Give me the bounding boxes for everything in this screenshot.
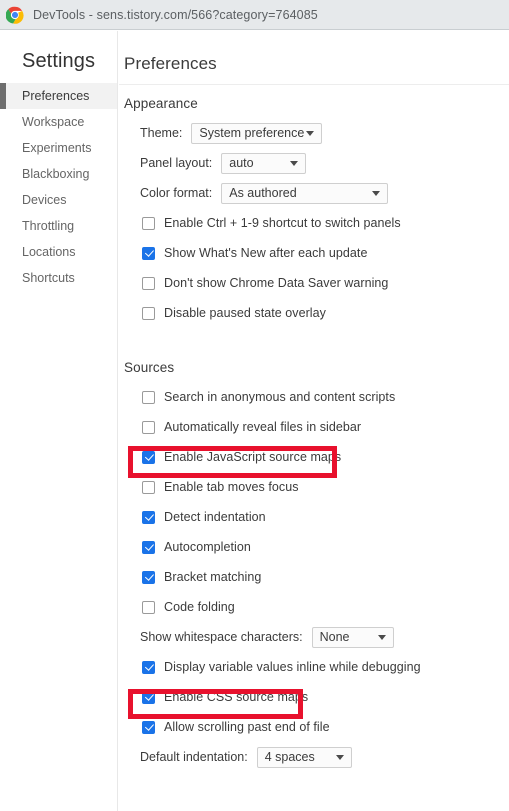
checkbox-label: Automatically reveal files in sidebar [164, 420, 362, 434]
checkbox-label: Autocompletion [164, 540, 251, 554]
settings-heading: Settings [22, 50, 96, 72]
checkbox-label: Enable JavaScript source maps [164, 450, 342, 464]
checkbox-ctrl-shortcut[interactable] [142, 216, 155, 230]
whitespace-row: Show whitespace characters: None [119, 622, 509, 652]
checkbox-scroll-past-end[interactable] [142, 720, 155, 734]
sidebar-item-workspace[interactable]: Workspace [0, 109, 117, 135]
checkbox-row-whats-new[interactable]: Show What's New after each update [119, 238, 509, 268]
panel-layout-select[interactable]: auto [221, 152, 307, 174]
sidebar-item-shortcuts[interactable]: Shortcuts [0, 265, 117, 291]
checkbox-whats-new[interactable] [142, 246, 155, 260]
default-indentation-row: Default indentation: 4 spaces [119, 742, 509, 772]
settings-sidebar: Settings Preferences Workspace Experimen… [0, 31, 118, 811]
checkbox-css-source-maps[interactable] [142, 690, 155, 704]
checkbox-auto-reveal[interactable] [142, 420, 155, 434]
sidebar-item-experiments[interactable]: Experiments [0, 135, 117, 161]
checkbox-row-css-source-maps[interactable]: Enable CSS source maps [119, 682, 509, 712]
checkbox-paused-overlay[interactable] [142, 306, 155, 320]
sidebar-item-label: Workspace [22, 115, 85, 129]
checkbox-label: Bracket matching [164, 570, 262, 584]
preferences-panel: Preferences Appearance Theme: System pre… [119, 31, 509, 811]
checkbox-row-data-saver-warning[interactable]: Don't show Chrome Data Saver warning [119, 268, 509, 298]
sidebar-item-label: Devices [22, 193, 67, 207]
checkbox-row-code-folding[interactable]: Code folding [119, 592, 509, 622]
checkbox-tab-moves-focus[interactable] [142, 480, 155, 494]
color-format-label: Color format: [140, 186, 213, 200]
page-title: Preferences [124, 54, 217, 73]
sidebar-item-blackboxing[interactable]: Blackboxing [0, 161, 117, 187]
checkbox-data-saver-warning[interactable] [142, 276, 155, 290]
sidebar-item-label: Blackboxing [22, 167, 90, 181]
checkbox-label: Detect indentation [164, 510, 266, 524]
checkbox-detect-indentation[interactable] [142, 510, 155, 524]
sidebar-item-label: Throttling [22, 219, 75, 233]
checkbox-row-auto-reveal[interactable]: Automatically reveal files in sidebar [119, 412, 509, 442]
color-format-row: Color format: As authored [119, 178, 509, 208]
whitespace-label: Show whitespace characters: [140, 630, 303, 644]
checkbox-inline-values[interactable] [142, 660, 155, 674]
theme-row: Theme: System preference [119, 118, 509, 148]
window-title-text: DevTools - sens.tistory.com/566?category… [33, 7, 318, 22]
checkbox-row-inline-values[interactable]: Display variable values inline while deb… [119, 652, 509, 682]
checkbox-row-paused-overlay[interactable]: Disable paused state overlay [119, 298, 509, 328]
panel-layout-select-value: auto [229, 156, 254, 170]
sidebar-item-preferences[interactable]: Preferences [0, 83, 117, 109]
chevron-down-icon [335, 755, 344, 760]
checkbox-label: Disable paused state overlay [164, 306, 326, 320]
sidebar-item-label: Preferences [22, 89, 90, 103]
theme-select[interactable]: System preference [191, 122, 323, 144]
checkbox-label: Enable Ctrl + 1-9 shortcut to switch pan… [164, 216, 401, 230]
checkbox-search-anonymous[interactable] [142, 390, 155, 404]
sidebar-item-locations[interactable]: Locations [0, 239, 117, 265]
panel-layout-label: Panel layout: [140, 156, 213, 170]
chevron-down-icon [306, 131, 315, 136]
checkbox-row-scroll-past-end[interactable]: Allow scrolling past end of file [119, 712, 509, 742]
panel-layout-row: Panel layout: auto [119, 148, 509, 178]
section-heading-sources: Sources [124, 360, 175, 375]
checkbox-row-bracket-matching[interactable]: Bracket matching [119, 562, 509, 592]
sidebar-item-label: Locations [22, 245, 76, 259]
checkbox-label: Code folding [164, 600, 235, 614]
color-format-select[interactable]: As authored [221, 182, 389, 204]
checkbox-row-search-anonymous[interactable]: Search in anonymous and content scripts [119, 382, 509, 412]
theme-select-value: System preference [199, 126, 305, 140]
checkbox-label: Display variable values inline while deb… [164, 660, 421, 674]
checkbox-row-detect-indentation[interactable]: Detect indentation [119, 502, 509, 532]
sidebar-item-label: Experiments [22, 141, 92, 155]
default-indentation-label: Default indentation: [140, 750, 248, 764]
checkbox-row-autocompletion[interactable]: Autocompletion [119, 532, 509, 562]
checkbox-label: Don't show Chrome Data Saver warning [164, 276, 389, 290]
chevron-down-icon [377, 635, 386, 640]
sidebar-item-throttling[interactable]: Throttling [0, 213, 117, 239]
default-indentation-select[interactable]: 4 spaces [256, 746, 352, 768]
color-format-select-value: As authored [229, 186, 297, 200]
checkbox-label: Enable tab moves focus [164, 480, 299, 494]
checkbox-row-js-source-maps[interactable]: Enable JavaScript source maps [119, 442, 509, 472]
whitespace-select[interactable]: None [311, 626, 394, 648]
checkbox-label: Allow scrolling past end of file [164, 720, 330, 734]
chevron-down-icon [372, 191, 381, 196]
chrome-logo-icon [5, 6, 24, 24]
sidebar-item-devices[interactable]: Devices [0, 187, 117, 213]
default-indentation-select-value: 4 spaces [264, 750, 315, 764]
checkbox-label: Search in anonymous and content scripts [164, 390, 396, 404]
section-heading-appearance: Appearance [124, 96, 198, 111]
checkbox-label: Show What's New after each update [164, 246, 368, 260]
checkbox-row-tab-moves-focus[interactable]: Enable tab moves focus [119, 472, 509, 502]
sidebar-item-label: Shortcuts [22, 271, 75, 285]
window-titlebar: DevTools - sens.tistory.com/566?category… [0, 0, 509, 30]
checkbox-bracket-matching[interactable] [142, 570, 155, 584]
checkbox-autocompletion[interactable] [142, 540, 155, 554]
checkbox-js-source-maps[interactable] [142, 450, 155, 464]
whitespace-select-value: None [319, 630, 350, 644]
chevron-down-icon [290, 161, 299, 166]
checkbox-label: Enable CSS source maps [164, 690, 309, 704]
checkbox-row-ctrl-shortcut[interactable]: Enable Ctrl + 1-9 shortcut to switch pan… [119, 208, 509, 238]
theme-label: Theme: [140, 126, 183, 140]
checkbox-code-folding[interactable] [142, 600, 155, 614]
